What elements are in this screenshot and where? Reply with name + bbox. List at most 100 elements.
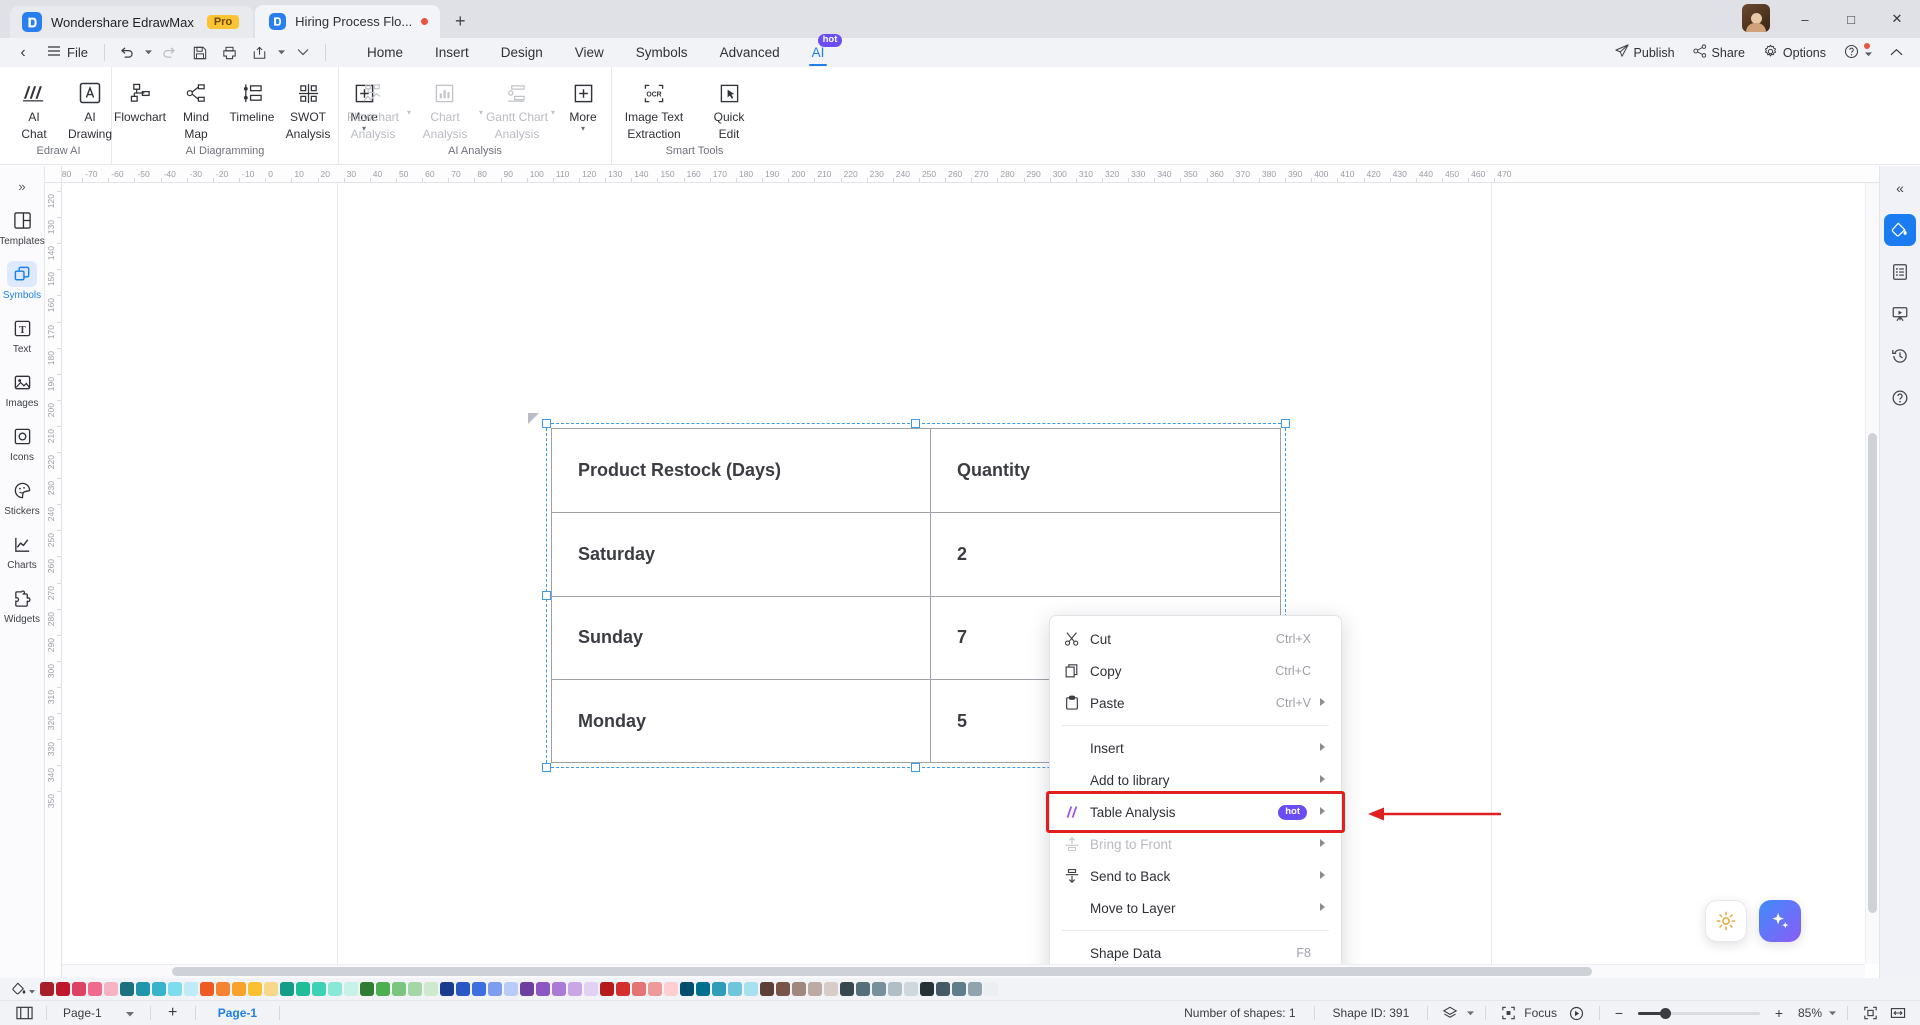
redo-button[interactable]: [155, 41, 185, 65]
fill-color-button[interactable]: [6, 979, 40, 999]
options-button[interactable]: Options: [1754, 41, 1835, 65]
color-swatch[interactable]: [40, 982, 54, 996]
context-menu-item-move-to-layer[interactable]: Move to Layer: [1050, 892, 1341, 924]
color-swatch[interactable]: [296, 982, 310, 996]
color-swatch[interactable]: [648, 982, 662, 996]
color-swatch[interactable]: [632, 982, 646, 996]
table-header-cell-1[interactable]: Product Restock (Days): [552, 429, 930, 512]
color-swatch[interactable]: [504, 982, 518, 996]
tab-view[interactable]: View: [559, 38, 620, 67]
context-menu[interactable]: Cut Ctrl+X Copy Ctrl+C Paste Ctrl+V Insert Add …: [1046, 615, 1345, 964]
sidebar-item-stickers[interactable]: Stickers: [2, 470, 43, 522]
color-swatch[interactable]: [952, 982, 966, 996]
context-menu-item-shape-data[interactable]: Shape Data F8: [1050, 937, 1341, 964]
color-swatch[interactable]: [360, 982, 374, 996]
close-button[interactable]: ✕: [1874, 0, 1920, 38]
new-tab-button[interactable]: +: [446, 7, 474, 35]
color-swatch[interactable]: [184, 982, 198, 996]
color-swatch[interactable]: [312, 982, 326, 996]
app-tab[interactable]: Wondershare EdrawMax Pro: [10, 6, 254, 38]
sidebar-item-images[interactable]: Images: [2, 362, 43, 414]
color-swatch[interactable]: [920, 982, 934, 996]
layers-dropdown[interactable]: [1464, 1003, 1477, 1024]
sidebar-expand-button[interactable]: »: [0, 172, 44, 200]
color-swatch[interactable]: [568, 982, 582, 996]
sidebar-item-text[interactable]: T Text: [2, 308, 43, 360]
color-swatch[interactable]: [744, 982, 758, 996]
color-swatch[interactable]: [984, 982, 998, 996]
table-cell-day[interactable]: Sunday: [552, 597, 930, 680]
context-menu-item-copy[interactable]: Copy Ctrl+C: [1050, 655, 1341, 687]
color-swatch[interactable]: [696, 982, 710, 996]
table-cell-day[interactable]: Monday: [552, 680, 930, 763]
zoom-slider[interactable]: [1637, 1006, 1760, 1020]
add-page-button[interactable]: +: [159, 1003, 187, 1024]
color-swatch[interactable]: [216, 982, 230, 996]
presentation-play-button[interactable]: [1563, 1003, 1591, 1024]
horizontal-scroll-thumb[interactable]: [172, 967, 1592, 976]
tab-advanced[interactable]: Advanced: [704, 38, 796, 67]
right-sidebar-item-help[interactable]: [1884, 382, 1916, 414]
table-cell-day[interactable]: Saturday: [552, 513, 930, 596]
right-sidebar-item-presentation[interactable]: [1884, 298, 1916, 330]
right-sidebar-item-fill-format[interactable]: [1884, 214, 1916, 246]
undo-dropdown[interactable]: [142, 41, 155, 65]
color-swatch[interactable]: [904, 982, 918, 996]
chart-analysis-button[interactable]: Chart Analysis: [411, 75, 479, 141]
right-sidebar-item-history[interactable]: [1884, 340, 1916, 372]
color-swatch[interactable]: [72, 982, 86, 996]
color-swatch[interactable]: [968, 982, 982, 996]
context-menu-item-cut[interactable]: Cut Ctrl+X: [1050, 623, 1341, 655]
customize-quick-access-button[interactable]: [288, 41, 318, 65]
color-swatch[interactable]: [776, 982, 790, 996]
ai-tools-button[interactable]: [1705, 900, 1747, 942]
color-swatch[interactable]: [792, 982, 806, 996]
color-swatch[interactable]: [840, 982, 854, 996]
context-menu-item-add-to-library[interactable]: Add to library: [1050, 764, 1341, 796]
color-swatch[interactable]: [56, 982, 70, 996]
rotate-handle-icon[interactable]: [528, 413, 539, 424]
back-button[interactable]: ‹: [8, 41, 38, 65]
maximize-button[interactable]: □: [1828, 0, 1874, 38]
page-select-dropdown[interactable]: Page-1: [55, 1003, 142, 1024]
color-swatch[interactable]: [152, 982, 166, 996]
color-swatch[interactable]: [408, 982, 422, 996]
zoom-in-button[interactable]: +: [1768, 1003, 1790, 1024]
fit-page-button[interactable]: [1856, 1003, 1884, 1024]
color-swatch[interactable]: [472, 982, 486, 996]
color-swatch[interactable]: [552, 982, 566, 996]
canvas-area[interactable]: -80 -70 -60 -50 -40 -30 -20 -10 0 10 20 30 40 50 60 70 8…: [45, 166, 1879, 978]
table-cell-qty[interactable]: 2: [930, 512, 1280, 596]
sidebar-item-templates[interactable]: Templates: [0, 200, 45, 252]
color-swatch[interactable]: [88, 982, 102, 996]
context-menu-item-table-analysis[interactable]: Table Analysis hot: [1046, 791, 1345, 833]
right-sidebar-item-properties[interactable]: [1884, 256, 1916, 288]
flowchart-analysis-button[interactable]: Flowchart Analysis: [339, 75, 407, 141]
document-tab[interactable]: Hiring Process Flo...: [255, 5, 441, 38]
zoom-out-button[interactable]: −: [1608, 1003, 1630, 1024]
tab-design[interactable]: Design: [485, 38, 559, 67]
color-swatch[interactable]: [424, 982, 438, 996]
chevron-down-icon-2[interactable]: ▾: [581, 125, 585, 133]
collapse-ribbon-button[interactable]: [1881, 41, 1912, 65]
swot-analysis-button[interactable]: SWOT Analysis: [280, 75, 336, 141]
context-menu-item-paste[interactable]: Paste Ctrl+V: [1050, 687, 1341, 719]
help-button[interactable]: [1835, 41, 1881, 65]
color-swatch[interactable]: [200, 982, 214, 996]
color-swatch[interactable]: [440, 982, 454, 996]
layers-button[interactable]: [1436, 1003, 1464, 1024]
color-swatch[interactable]: [376, 982, 390, 996]
canvas-vertical-scrollbar[interactable]: [1865, 183, 1879, 964]
gantt-chart-analysis-button[interactable]: Gantt Chart Analysis: [483, 75, 551, 141]
color-swatch[interactable]: [856, 982, 870, 996]
horizontal-ruler[interactable]: -80 -70 -60 -50 -40 -30 -20 -10 0 10 20 30 40 50 60 70 8…: [45, 166, 1879, 183]
color-swatch[interactable]: [664, 982, 678, 996]
export-button[interactable]: [245, 41, 275, 65]
ai-chat-button[interactable]: AI Chat: [6, 75, 62, 141]
color-swatch[interactable]: [328, 982, 342, 996]
table-header-row[interactable]: Product Restock (Days) Quantity: [552, 428, 1280, 512]
color-swatch[interactable]: [760, 982, 774, 996]
color-swatch[interactable]: [872, 982, 886, 996]
table-header-cell-2[interactable]: Quantity: [930, 429, 1280, 512]
tab-ai[interactable]: AI hot: [796, 34, 843, 67]
